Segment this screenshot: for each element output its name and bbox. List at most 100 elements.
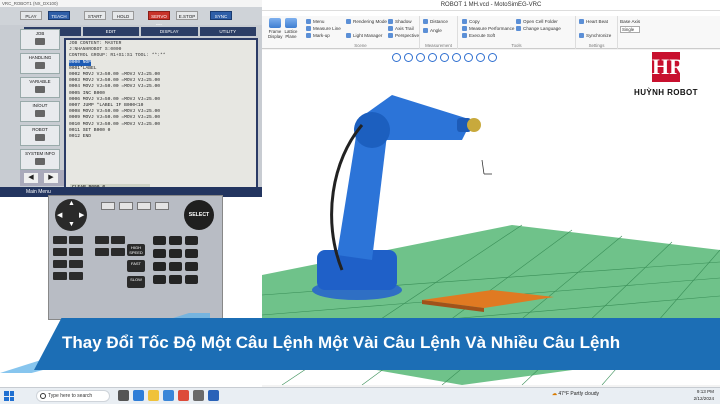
select-button[interactable]: SELECT: [184, 200, 214, 230]
open-cell-folder-item[interactable]: Open Cell Folder: [516, 19, 558, 24]
store-icon[interactable]: [163, 390, 174, 401]
keypad-key[interactable]: [69, 260, 83, 268]
menu-tab-utility[interactable]: UTILITY: [199, 27, 256, 36]
keypad-key[interactable]: [69, 236, 83, 244]
axis-trail-item[interactable]: Axis Trail: [388, 26, 414, 31]
side-button-system-info[interactable]: SYSTEM INFO: [20, 149, 60, 170]
taskbar-search[interactable]: Type here to search: [36, 390, 110, 402]
keypad-key[interactable]: [95, 248, 109, 256]
copy-item[interactable]: Copy: [462, 19, 480, 24]
ribbon-group-tools: Copy Measure Performance Execute Soft Op…: [458, 16, 576, 49]
ribbon-group-measurement: Distance Angle Measurement: [420, 16, 458, 49]
system-clock[interactable]: 9:13 PM 2/12/2024: [694, 389, 714, 402]
shadow-item[interactable]: Shadow: [388, 19, 412, 24]
lattice-plane-button[interactable]: Lattice Plane: [284, 18, 298, 39]
weather-widget[interactable]: ☁ 47°F Partly cloudy: [552, 391, 599, 397]
measure-line-item[interactable]: Measure Line: [306, 26, 341, 31]
keypad-key[interactable]: [69, 272, 83, 280]
keypad-key[interactable]: [69, 248, 83, 256]
execute-soft-item[interactable]: Execute Soft: [462, 33, 495, 38]
play-button[interactable]: PLAY: [20, 11, 42, 20]
keypad-key[interactable]: [137, 202, 151, 210]
mark-up-item[interactable]: Mark-up: [306, 33, 330, 38]
keypad-key[interactable]: [111, 236, 125, 244]
windows-taskbar: Type here to search ☁ 47°F Partly cloudy…: [0, 387, 720, 404]
robot-icon: [35, 134, 45, 141]
pendant-side-menu: JOB HANDLING VARIABLE IN/OUT ROBOT SYSTE…: [20, 29, 60, 173]
arrow-left-icon[interactable]: ◀: [57, 211, 62, 219]
side-button-job[interactable]: JOB: [20, 29, 60, 50]
slow-key[interactable]: SLOW: [127, 276, 145, 288]
numeric-key[interactable]: [153, 249, 166, 258]
menu-item[interactable]: Menu: [306, 19, 325, 24]
angle-item[interactable]: Angle: [423, 28, 442, 33]
numeric-key[interactable]: [169, 236, 182, 245]
keypad-key[interactable]: [53, 248, 67, 256]
teach-button[interactable]: TEACH: [48, 11, 70, 20]
keypad-key[interactable]: [53, 260, 67, 268]
estop-button[interactable]: E.STOP: [176, 11, 198, 20]
ribbon-group-label: Measurement: [425, 43, 452, 48]
handling-icon: [35, 62, 45, 69]
heart-beat-item[interactable]: Heart Beat: [579, 19, 608, 24]
servo-on-button[interactable]: SERVO ON: [148, 11, 170, 28]
keypad-key[interactable]: [95, 236, 109, 244]
synchronize-item[interactable]: Synchronize: [579, 33, 611, 38]
task-view-icon[interactable]: [118, 390, 129, 401]
side-button-in-out[interactable]: IN/OUT: [20, 101, 60, 122]
sync-button[interactable]: SYNC: [210, 11, 232, 20]
numeric-key[interactable]: [153, 262, 166, 271]
app-icon[interactable]: [208, 390, 219, 401]
keypad-key[interactable]: [101, 202, 115, 210]
high-speed-key[interactable]: HIGH SPEED: [127, 244, 145, 256]
numeric-key[interactable]: [169, 262, 182, 271]
arrow-right-icon[interactable]: ▶: [44, 173, 58, 183]
change-language-item[interactable]: Change Language: [516, 26, 561, 31]
base-axis-select[interactable]: Single: [620, 26, 640, 33]
rendering-mode-item[interactable]: Rendering Mode: [346, 19, 387, 24]
side-button-handling[interactable]: HANDLING: [20, 53, 60, 74]
app-icon[interactable]: [193, 390, 204, 401]
arrow-up-icon[interactable]: ▲: [68, 200, 75, 207]
job-line[interactable]: 0012 END: [69, 134, 253, 140]
side-button-robot[interactable]: ROBOT: [20, 125, 60, 146]
measure-performance-item[interactable]: Measure Performance: [462, 26, 514, 31]
fast-key[interactable]: FAST: [127, 260, 145, 272]
menu-tab-display[interactable]: DISPLAY: [141, 27, 198, 36]
perspective-item[interactable]: Perspective: [388, 33, 419, 38]
hold-button[interactable]: HOLD: [112, 11, 134, 20]
numeric-key[interactable]: [185, 275, 198, 284]
dpad-cursor[interactable]: ▲ ▼ ◀ ▶: [55, 199, 87, 231]
brand-logo: HR HUỲNH ROBOT: [618, 50, 714, 102]
arrow-down-icon[interactable]: ▼: [68, 221, 75, 228]
numeric-key[interactable]: [169, 249, 182, 258]
title-banner: Thay Đổi Tốc Độ Một Câu Lệnh Một Vài Câu…: [0, 313, 720, 373]
keypad-key[interactable]: [53, 236, 67, 244]
light-manager-item[interactable]: Light Manager: [346, 33, 382, 38]
numeric-key[interactable]: [185, 236, 198, 245]
file-explorer-icon[interactable]: [148, 390, 159, 401]
keypad-key[interactable]: [111, 248, 125, 256]
numeric-key[interactable]: [153, 275, 166, 284]
ribbon-group-scene: Menu Measure Line Mark-up Rendering Mode…: [302, 16, 420, 49]
keypad-key[interactable]: [119, 202, 133, 210]
windows-start-icon[interactable]: [4, 391, 14, 401]
numeric-key[interactable]: [185, 249, 198, 258]
frame-display-button[interactable]: Frame Display: [268, 18, 282, 39]
arrow-left-icon[interactable]: ◀: [24, 173, 38, 183]
distance-item[interactable]: Distance: [423, 19, 448, 24]
side-button-variable[interactable]: VARIABLE: [20, 77, 60, 98]
keypad-key[interactable]: [53, 272, 67, 280]
ribbon-group-label: Tools: [511, 43, 522, 48]
edge-icon[interactable]: [133, 390, 144, 401]
pendant-mode-bar: PLAY TEACH START HOLD SERVO ON E.STOP SY…: [0, 7, 262, 28]
numeric-key[interactable]: [185, 262, 198, 271]
numeric-key[interactable]: [169, 275, 182, 284]
ribbon-group-label: Scene: [354, 43, 367, 48]
arrow-right-icon[interactable]: ▶: [79, 211, 84, 219]
numeric-key[interactable]: [153, 236, 166, 245]
chrome-icon[interactable]: [178, 390, 189, 401]
menu-tab-edit[interactable]: EDIT: [82, 27, 139, 36]
keypad-key[interactable]: [155, 202, 169, 210]
start-button[interactable]: START: [84, 11, 106, 20]
